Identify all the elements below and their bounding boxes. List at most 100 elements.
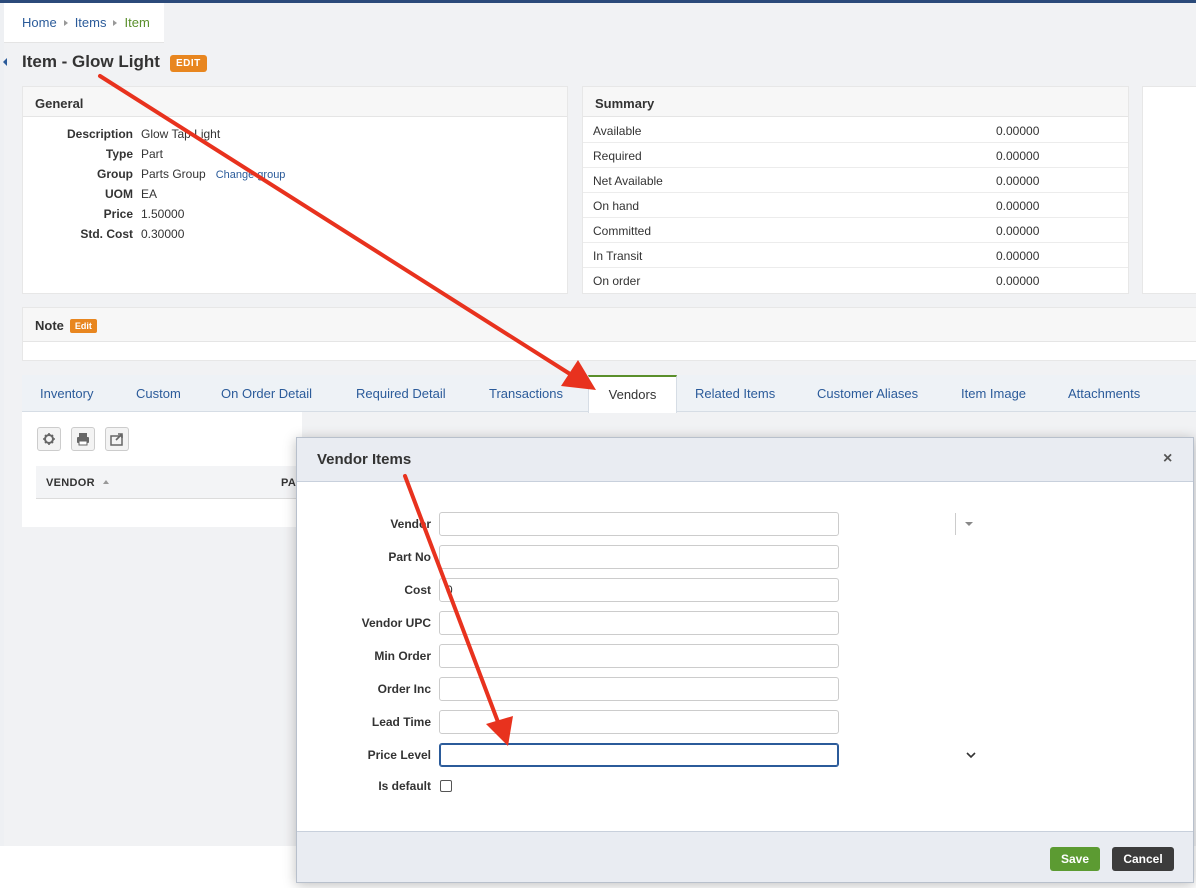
general-panel: General Description Glow Tap Light Type … — [22, 86, 568, 294]
tab-inventory[interactable]: Inventory — [40, 375, 93, 412]
field-label: Price — [103, 207, 133, 221]
summary-panel: Summary Available 0.00000 Required 0.00000… — [582, 86, 1129, 294]
min-order-input[interactable] — [439, 644, 839, 668]
summary-row: Available 0.00000 — [583, 118, 1128, 143]
summary-value: 0.00000 — [996, 199, 1040, 213]
part-no-input[interactable] — [439, 545, 839, 569]
breadcrumb-home[interactable]: Home — [22, 15, 57, 30]
edit-note-button[interactable]: Edit — [69, 319, 97, 333]
cancel-button[interactable]: Cancel — [1112, 847, 1174, 871]
summary-row: In Transit 0.00000 — [583, 243, 1128, 268]
summary-value: 0.00000 — [996, 149, 1040, 163]
tab-related-items[interactable]: Related Items — [695, 375, 775, 412]
breadcrumb-separator-icon — [113, 19, 118, 26]
dialog-footer: Save Cancel — [297, 831, 1193, 882]
vendor-select[interactable] — [439, 512, 973, 536]
breadcrumb-separator-icon — [63, 19, 68, 26]
summary-value: 0.00000 — [996, 124, 1040, 138]
tab-customer-aliases[interactable]: Customer Aliases — [817, 375, 918, 412]
cost-label: Cost — [404, 583, 431, 597]
vendor-upc-label: Vendor UPC — [361, 616, 431, 630]
sidebar-collapse-strip[interactable] — [0, 3, 4, 846]
price-level-label: Price Level — [367, 748, 431, 762]
settings-button[interactable] — [37, 427, 61, 451]
field-value: Part — [141, 147, 164, 161]
vendors-table-header: VENDOR PA — [36, 466, 302, 499]
lead-time-label: Lead Time — [371, 715, 431, 729]
vendor-upc-input[interactable] — [439, 611, 839, 635]
field-label: Std. Cost — [80, 227, 133, 241]
breadcrumb-items[interactable]: Items — [75, 15, 107, 30]
dialog-header: Vendor Items × — [297, 438, 1193, 482]
summary-label: On order — [593, 274, 641, 288]
field-label: Description — [66, 127, 133, 141]
summary-label: Required — [593, 149, 642, 163]
group-value: Parts Group — [141, 167, 206, 181]
export-icon — [110, 433, 123, 446]
price-level-select[interactable] — [439, 743, 976, 767]
edit-item-button[interactable]: EDIT — [170, 55, 207, 72]
column-vendor[interactable]: VENDOR — [46, 477, 95, 489]
note-header: Note Edit — [23, 308, 1196, 342]
field-value: Parts Group Change group — [141, 167, 285, 181]
field-value: 0.30000 — [141, 227, 185, 241]
summary-label: Available — [593, 124, 642, 138]
general-heading: General — [23, 87, 567, 117]
vendor-label: Vendor — [390, 517, 431, 531]
field-value: Glow Tap Light — [141, 127, 221, 141]
summary-value: 0.00000 — [996, 274, 1040, 288]
note-heading: Note — [35, 318, 64, 333]
tab-on-order-detail[interactable]: On Order Detail — [221, 375, 312, 412]
summary-row: Required 0.00000 — [583, 143, 1128, 168]
summary-value: 0.00000 — [996, 249, 1040, 263]
sort-ascending-icon[interactable] — [102, 480, 109, 484]
export-button[interactable] — [105, 427, 129, 451]
min-order-label: Min Order — [374, 649, 431, 663]
print-button[interactable] — [71, 427, 95, 451]
column-part[interactable]: PA — [281, 477, 296, 489]
item-tabs: Inventory Custom On Order Detail Require… — [22, 375, 1196, 413]
summary-label: In Transit — [593, 249, 643, 263]
change-group-link[interactable]: Change group — [216, 169, 286, 181]
save-button[interactable]: Save — [1050, 847, 1100, 871]
order-inc-input[interactable] — [439, 677, 839, 701]
chevron-down-icon[interactable] — [955, 513, 981, 535]
note-panel: Note Edit — [22, 307, 1196, 361]
tab-custom[interactable]: Custom — [136, 375, 181, 412]
field-value: 1.50000 — [141, 207, 185, 221]
tab-item-image[interactable]: Item Image — [961, 375, 1026, 412]
breadcrumb: Home Items Item — [22, 15, 150, 30]
close-icon[interactable]: × — [1163, 450, 1172, 468]
summary-value: 0.00000 — [996, 224, 1040, 238]
summary-row: On order 0.00000 — [583, 268, 1128, 293]
field-label: Type — [105, 147, 133, 161]
part-no-label: Part No — [388, 550, 431, 564]
summary-label: Committed — [593, 224, 652, 238]
lead-time-input[interactable] — [439, 710, 839, 734]
breadcrumb-item: Item — [124, 15, 150, 30]
summary-value: 0.00000 — [996, 174, 1040, 188]
tab-attachments[interactable]: Attachments — [1068, 375, 1140, 412]
print-icon — [77, 433, 89, 446]
summary-label: Net Available — [593, 174, 663, 188]
vendor-items-dialog: Vendor Items × Vendor Part No Cost Vendo… — [296, 437, 1194, 883]
collapse-caret-icon[interactable] — [3, 58, 7, 66]
field-value: EA — [141, 187, 158, 201]
summary-heading: Summary — [583, 87, 1128, 117]
is-default-checkbox[interactable] — [440, 780, 452, 792]
tab-vendors[interactable]: Vendors — [588, 375, 677, 413]
field-label: UOM — [105, 187, 133, 201]
order-inc-label: Order Inc — [377, 682, 431, 696]
field-label: Group — [97, 167, 133, 181]
dialog-title: Vendor Items — [317, 451, 412, 468]
tab-required-detail[interactable]: Required Detail — [356, 375, 446, 412]
summary-row: Net Available 0.00000 — [583, 168, 1128, 193]
vendors-tab-body: VENDOR PA — [22, 412, 302, 527]
is-default-label: Is default — [378, 779, 431, 793]
gear-icon — [43, 433, 55, 445]
chevron-down-icon[interactable] — [966, 751, 976, 759]
tab-transactions[interactable]: Transactions — [489, 375, 563, 412]
summary-label: On hand — [593, 199, 640, 213]
cost-input[interactable] — [439, 578, 839, 602]
summary-row: On hand 0.00000 — [583, 193, 1128, 218]
